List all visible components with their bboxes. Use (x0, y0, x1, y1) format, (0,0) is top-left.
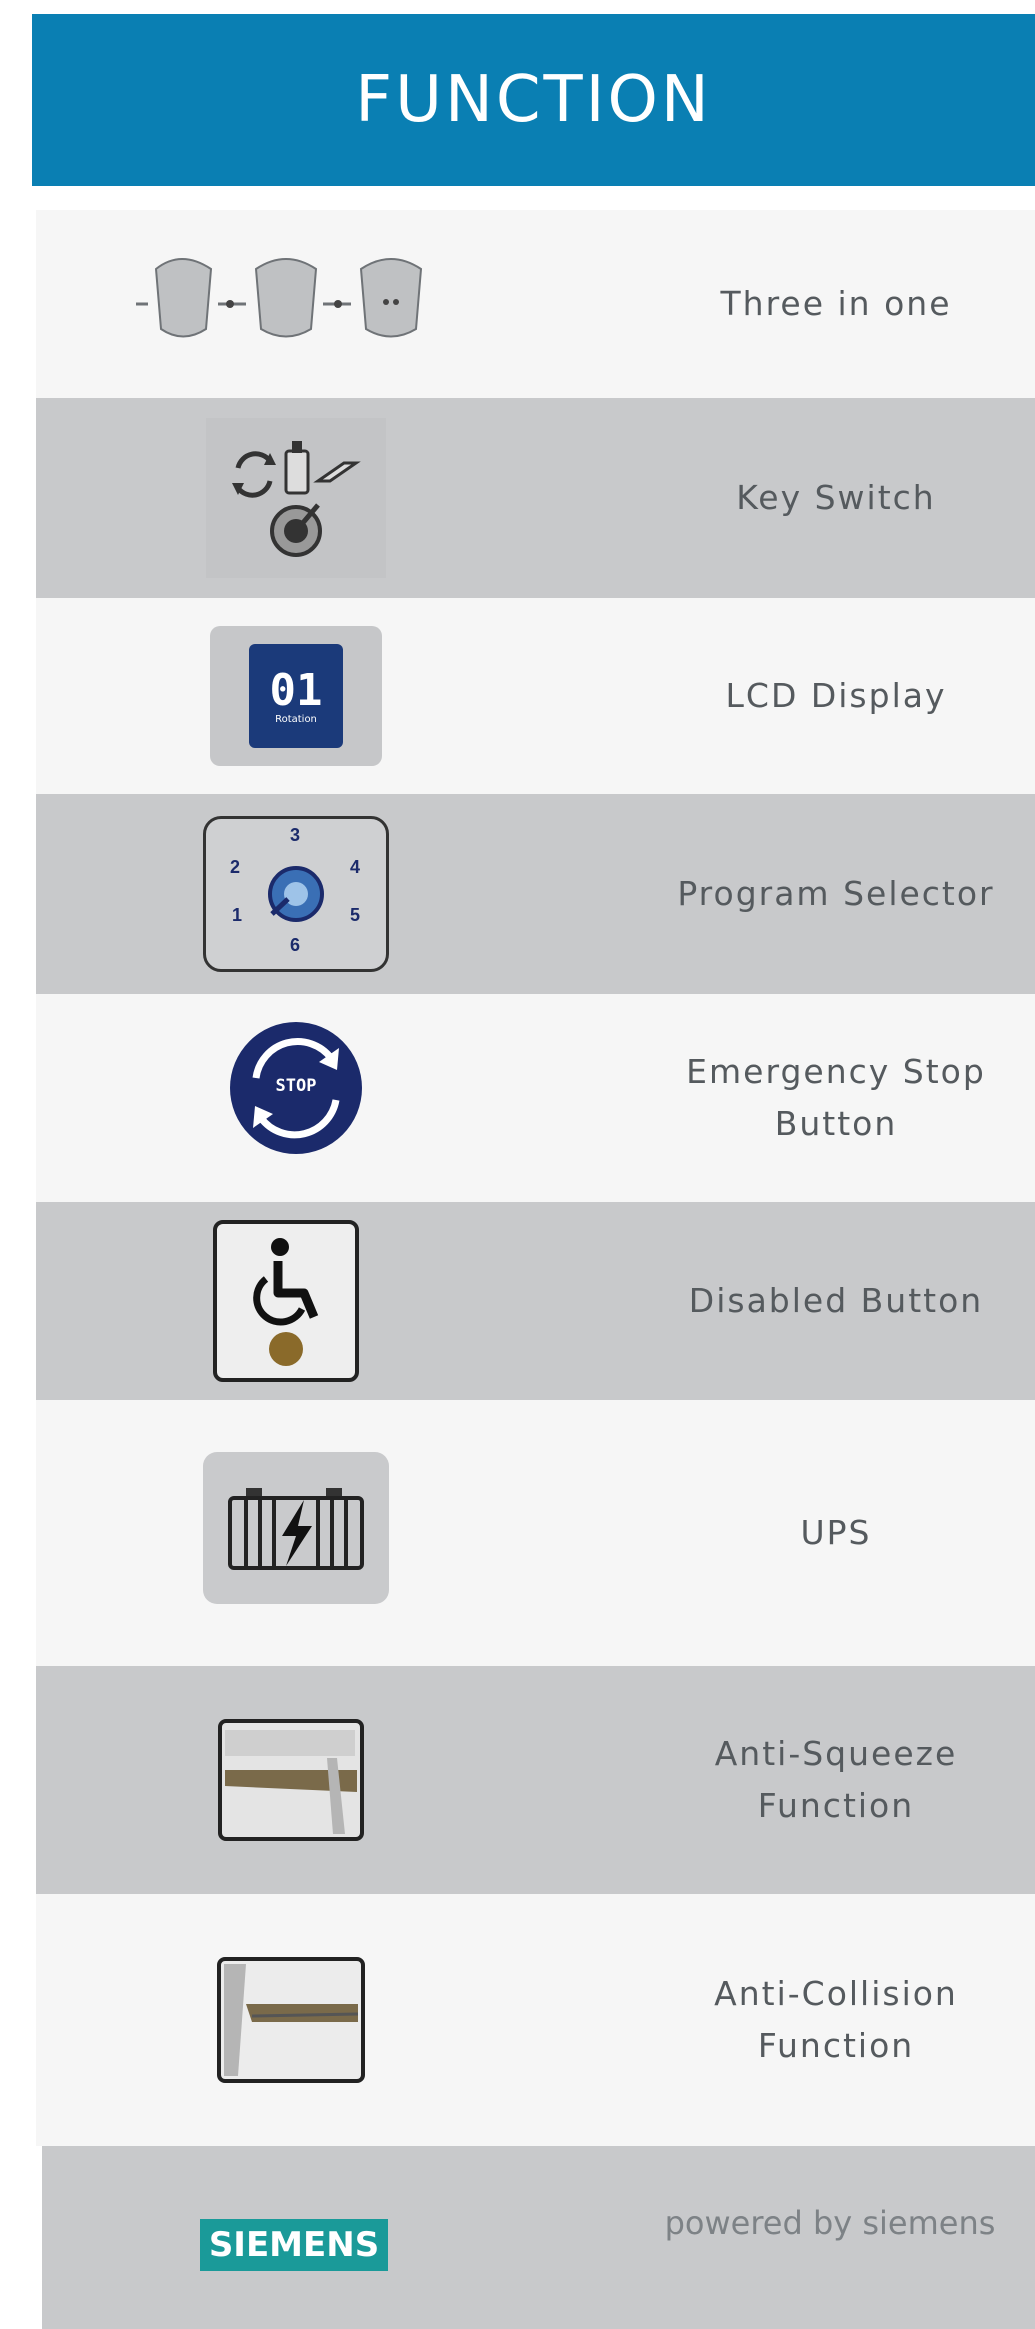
feature-row-emergency-stop: STOP Emergency Stop Button (36, 994, 1035, 1202)
powered-by-text: powered by siemens (664, 2204, 996, 2242)
feature-label: Emergency Stop Button (686, 1052, 986, 1143)
anti-squeeze-icon (218, 1719, 364, 1841)
three-in-one-icon (136, 258, 423, 338)
program-selector-icon: 3 2 4 1 5 6 (203, 816, 389, 972)
feature-row-program-selector: 3 2 4 1 5 6 Program Selector (36, 794, 1035, 994)
feature-label: UPS (800, 1513, 872, 1552)
feature-label: Three in one (720, 284, 952, 323)
feature-label: Program Selector (677, 874, 995, 913)
battery-icon (203, 1452, 389, 1604)
dial-number-1: 1 (232, 905, 243, 925)
dial-number-4: 4 (350, 857, 361, 877)
feature-row-ups: UPS (36, 1400, 1035, 1666)
feature-label: Disabled Button (688, 1281, 984, 1320)
page-title: FUNCTION (355, 63, 712, 137)
footer: SIEMENS powered by siemens (42, 2146, 1035, 2329)
feature-label: Key Switch (736, 478, 936, 517)
feature-label: LCD Display (725, 676, 947, 715)
feature-row-three-in-one: Three in one (36, 210, 1035, 398)
siemens-logo: SIEMENS (200, 2219, 388, 2271)
key-switch-icon (232, 441, 361, 557)
feature-row-disabled-button: Disabled Button (36, 1202, 1035, 1400)
lcd-subtext: Rotation (275, 713, 317, 725)
feature-row-key-switch: Key Switch (36, 398, 1035, 598)
dial-number-5: 5 (350, 905, 361, 925)
dial-number-6: 6 (290, 935, 301, 955)
anti-collision-icon (217, 1957, 365, 2083)
dial-number-3: 3 (290, 825, 301, 845)
header-banner: FUNCTION (32, 14, 1035, 186)
feature-row-lcd-display: 01 Rotation LCD Display (36, 598, 1035, 794)
emergency-stop-icon: STOP (221, 1018, 371, 1158)
feature-label: Anti-Squeeze Function (714, 1734, 958, 1825)
feature-row-anti-collision: Anti-Collision Function (36, 1894, 1035, 2146)
dial-number-2: 2 (230, 857, 241, 877)
feature-row-anti-squeeze: Anti-Squeeze Function (36, 1666, 1035, 1894)
stop-text: STOP (275, 1076, 317, 1096)
wheelchair-icon (213, 1220, 359, 1382)
feature-label: Anti-Collision Function (714, 1974, 958, 2065)
lcd-display-icon: 01 Rotation (210, 626, 382, 766)
lcd-digits: 01 (269, 664, 323, 716)
